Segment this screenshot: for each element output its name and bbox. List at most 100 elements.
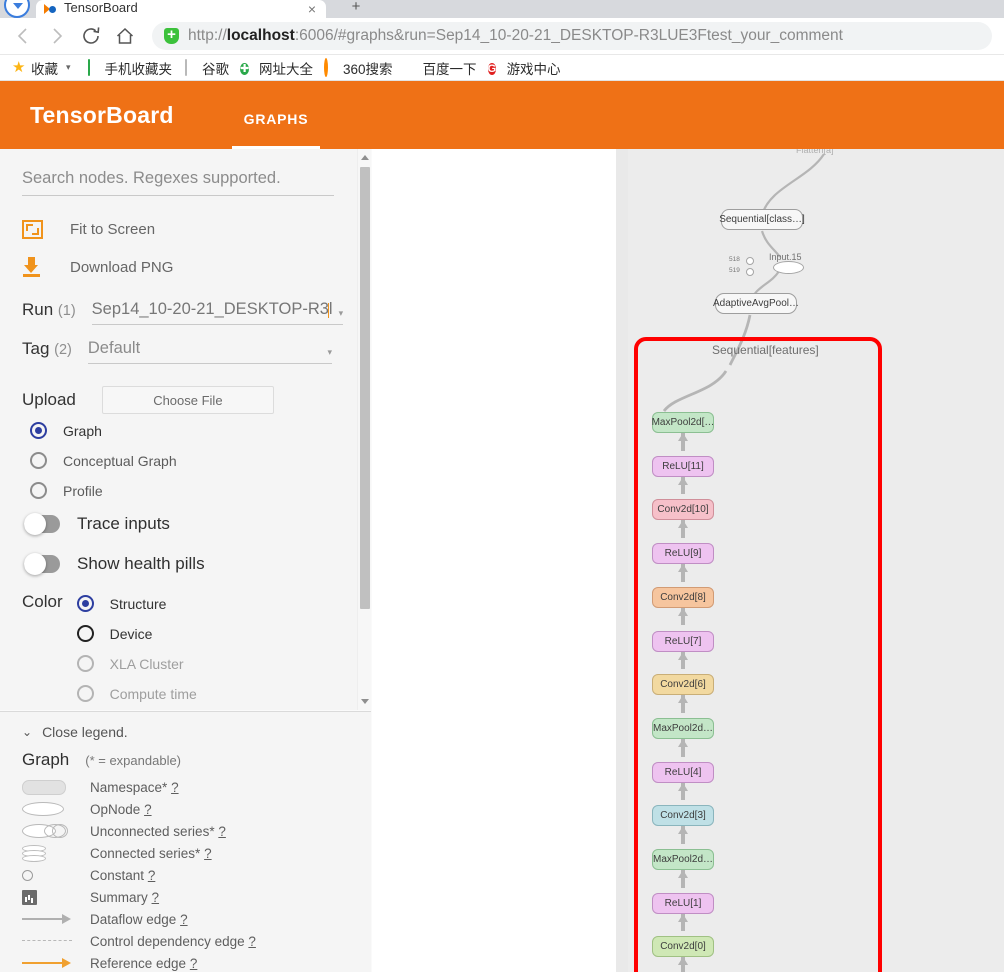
opnode-shape-icon bbox=[22, 802, 78, 816]
legend-item-constant: Constant ? bbox=[22, 864, 371, 886]
help-link[interactable]: ? bbox=[171, 780, 179, 795]
graph-canvas[interactable]: Flatten[a] Sequential[class…] Input.15 5… bbox=[628, 149, 1004, 972]
radio-color-structure[interactable]: Structure bbox=[76, 590, 197, 617]
graph-node-conv2d-3[interactable]: Conv2d[3] bbox=[652, 805, 714, 827]
toggle-trace-inputs-switch[interactable] bbox=[24, 513, 60, 535]
radio-color-compute-time-indicator bbox=[76, 685, 94, 702]
sidebar-scrollbar[interactable] bbox=[357, 149, 371, 710]
radio-color-xla-cluster[interactable]: XLA Cluster bbox=[76, 650, 197, 677]
help-link[interactable]: ? bbox=[180, 912, 188, 927]
toggle-trace-inputs[interactable]: Trace inputs bbox=[22, 504, 332, 544]
help-link[interactable]: ? bbox=[218, 824, 226, 839]
radio-color-structure-label: Structure bbox=[109, 595, 167, 612]
help-link[interactable]: ? bbox=[204, 846, 212, 861]
graph-node-adaptiveavgpool[interactable]: AdaptiveAvgPool… bbox=[713, 293, 799, 314]
unconnected-series-shape-icon bbox=[22, 823, 78, 839]
forward-icon[interactable] bbox=[40, 19, 74, 53]
legend-label: Constant ? bbox=[90, 867, 156, 883]
bookmark-hao123[interactable]: ✚ 网址大全 bbox=[236, 57, 317, 79]
graph-node-relu-1[interactable]: ReLU[1] bbox=[652, 892, 714, 914]
fit-to-screen-button[interactable]: Fit to Screen bbox=[22, 210, 332, 248]
graph-node-conv2d-8[interactable]: Conv2d[8] bbox=[652, 586, 714, 608]
run-selector[interactable]: Run (1) Sep14_10-20-21_DESKTOP-R3l ▾ bbox=[22, 300, 344, 325]
new-tab-button[interactable]: + bbox=[336, 0, 376, 18]
radio-graph-indicator bbox=[30, 422, 47, 439]
graph-const-518[interactable] bbox=[746, 257, 754, 265]
graph-node-relu-7[interactable]: ReLU[7] bbox=[652, 630, 714, 652]
bookmark-label: 百度一下 bbox=[422, 61, 477, 77]
connected-series-shape-icon bbox=[22, 844, 78, 862]
graph-node-maxpool2d[interactable]: MaxPool2d… bbox=[652, 717, 714, 739]
dataflow-edge-arrow-icon bbox=[22, 914, 78, 924]
help-link[interactable]: ? bbox=[144, 802, 152, 817]
bookmark-360-search[interactable]: 360搜索 bbox=[320, 57, 397, 79]
legend-label: Namespace* ? bbox=[90, 779, 179, 795]
o-circle-icon bbox=[324, 58, 339, 77]
toggle-show-health-pills[interactable]: Show health pills bbox=[22, 544, 332, 584]
run-count: (1) bbox=[57, 303, 76, 319]
search-row bbox=[22, 165, 334, 196]
graph-node-conv2d-10[interactable]: Conv2d[10] bbox=[652, 499, 714, 521]
graph-node-relu-4[interactable]: ReLU[4] bbox=[652, 761, 714, 783]
help-link[interactable]: ? bbox=[152, 890, 160, 905]
back-icon[interactable] bbox=[6, 19, 40, 53]
browser-tab[interactable]: TensorBoard × bbox=[36, 0, 326, 18]
graph-node-relu-9[interactable]: ReLU[9] bbox=[652, 543, 714, 565]
graph-node-relu-11[interactable]: ReLU[11] bbox=[652, 455, 714, 477]
browser-menu-button[interactable] bbox=[4, 0, 30, 18]
scroll-down-icon[interactable] bbox=[361, 699, 369, 704]
bookmark-game-center[interactable]: G 游戏中心 bbox=[484, 57, 565, 79]
graph-edge-arrowhead bbox=[678, 957, 688, 966]
graph-node-maxpool2d[interactable]: MaxPool2d… bbox=[652, 849, 714, 870]
chevron-down-icon[interactable]: ▾ bbox=[333, 308, 344, 319]
reload-icon[interactable] bbox=[74, 19, 108, 53]
tab-title: TensorBoard bbox=[64, 0, 138, 15]
sidebar-scrollbar-thumb[interactable] bbox=[360, 167, 370, 609]
bookmark-google[interactable]: 谷歌 bbox=[179, 57, 233, 79]
bookmark-label: 收藏 bbox=[31, 61, 58, 77]
toggle-show-health-pills-switch[interactable] bbox=[24, 553, 60, 575]
graph-edge-arrowhead bbox=[678, 520, 688, 529]
choose-file-button[interactable]: Choose File bbox=[101, 386, 274, 414]
bookmark-label: 手机收藏夹 bbox=[104, 61, 173, 77]
chevron-down-icon[interactable]: ▾ bbox=[321, 347, 332, 358]
bookmark-label: 谷歌 bbox=[202, 61, 230, 77]
tensorboard-body: Flatten[a] Sequential[class…] Input.15 5… bbox=[0, 149, 1004, 972]
run-value: Sep14_10-20-21_DESKTOP-R3l bbox=[91, 300, 333, 318]
help-link[interactable]: ? bbox=[190, 956, 198, 971]
graph-const-519[interactable] bbox=[746, 268, 754, 276]
download-png-button[interactable]: Download PNG bbox=[22, 248, 332, 286]
chevron-down-icon[interactable]: ▾ bbox=[62, 62, 75, 73]
close-icon[interactable]: × bbox=[308, 1, 316, 17]
home-icon[interactable] bbox=[108, 19, 142, 53]
radio-conceptual-graph[interactable]: Conceptual Graph bbox=[22, 447, 332, 474]
browser-window: TensorBoard × + http://localhost:6006/#g… bbox=[0, 0, 1004, 974]
help-link[interactable]: ? bbox=[148, 868, 156, 883]
graph-node-conv2d-6[interactable]: Conv2d[6] bbox=[652, 674, 714, 696]
search-input[interactable] bbox=[22, 165, 334, 196]
graph-node-sequential-classifier[interactable]: Sequential[class…] bbox=[719, 209, 805, 230]
graph-node-input15[interactable] bbox=[773, 261, 804, 274]
graph-scrollbar[interactable] bbox=[616, 149, 628, 972]
tab-graphs[interactable]: GRAPHS bbox=[231, 81, 321, 149]
help-link[interactable]: ? bbox=[248, 934, 256, 949]
legend-note: (* = expandable) bbox=[85, 753, 182, 768]
bookmark-label: 360搜索 bbox=[343, 61, 393, 77]
bookmark-shoucang[interactable]: ★ 收藏 ▾ bbox=[8, 57, 79, 79]
graph-node-maxpool2d[interactable]: MaxPool2d[… bbox=[652, 412, 714, 433]
upload-row: Upload Choose File bbox=[22, 386, 332, 414]
address-bar[interactable]: http://localhost:6006/#graphs&run=Sep14_… bbox=[152, 22, 992, 50]
bookmark-mobile-favorites[interactable]: 手机收藏夹 bbox=[82, 57, 177, 79]
radio-color-compute-time[interactable]: Compute time bbox=[76, 680, 197, 707]
graph-edge-arrowhead bbox=[678, 870, 688, 878]
bookmark-baidu[interactable]: 百度一下 bbox=[400, 57, 481, 79]
radio-color-device[interactable]: Device bbox=[76, 620, 197, 647]
tag-selector[interactable]: Tag (2) Default ▾ bbox=[22, 339, 332, 364]
graph-node-conv2d-0[interactable]: Conv2d[0] bbox=[652, 936, 714, 958]
radio-graph[interactable]: Graph bbox=[22, 417, 332, 444]
close-legend-button[interactable]: ⌄ Close legend. bbox=[22, 724, 371, 740]
scroll-up-icon[interactable] bbox=[361, 155, 369, 160]
download-png-label: Download PNG bbox=[70, 258, 174, 276]
tag-value: Default bbox=[87, 339, 141, 357]
radio-profile[interactable]: Profile bbox=[22, 477, 332, 504]
